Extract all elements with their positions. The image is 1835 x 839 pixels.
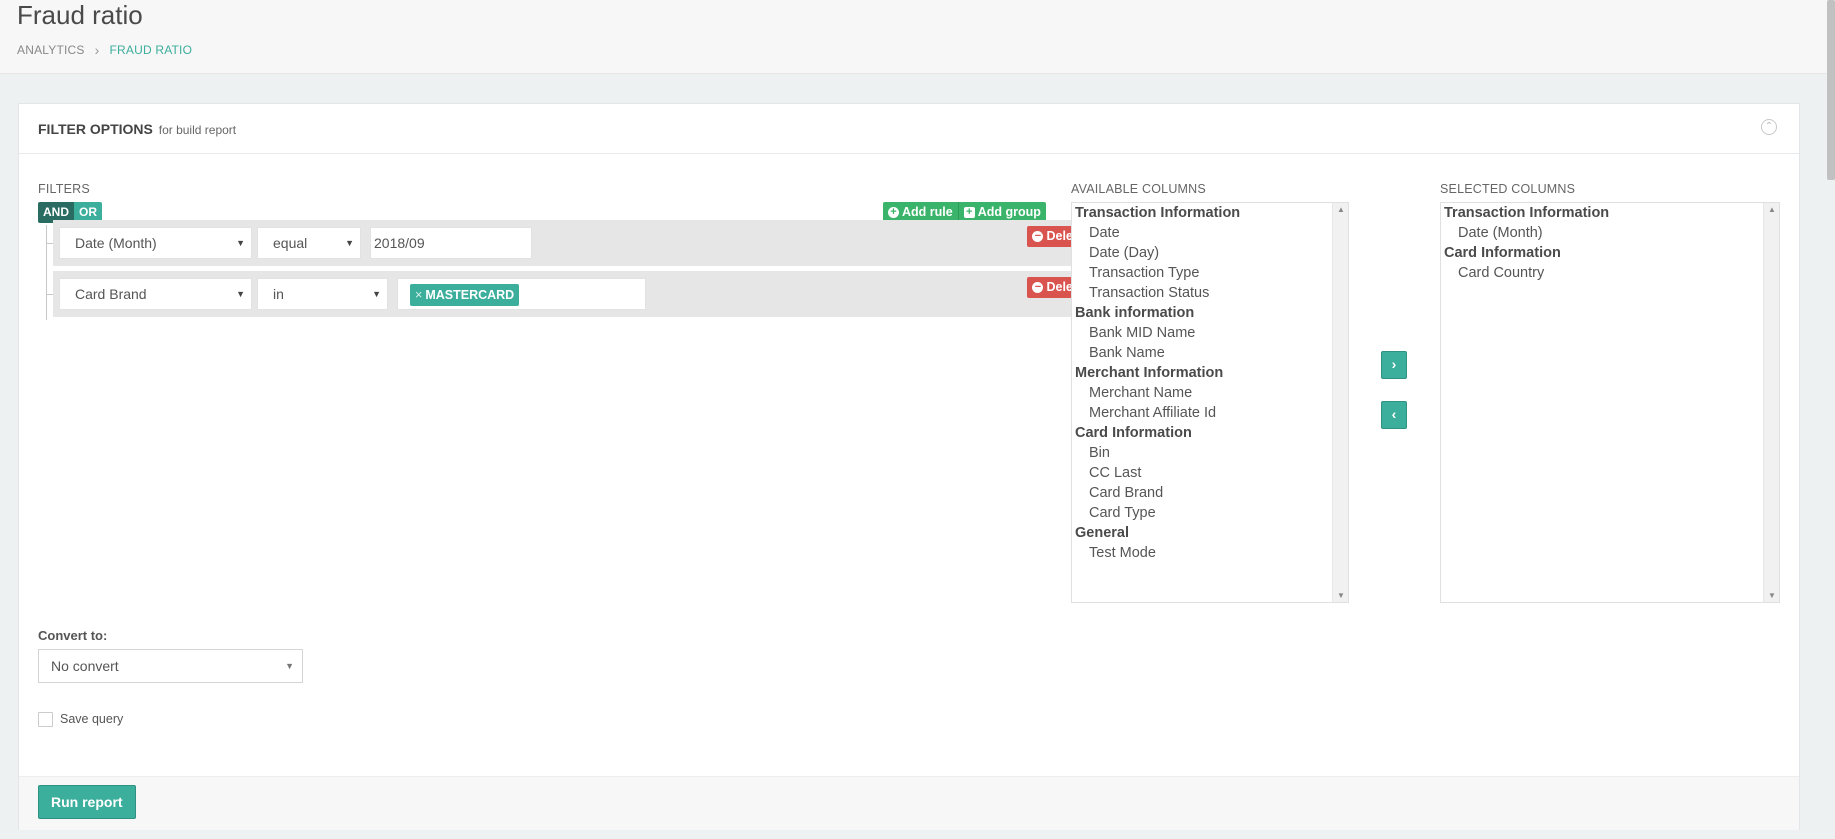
scroll-up-icon[interactable]: ▲ — [1333, 205, 1348, 214]
available-option[interactable]: Transaction Status — [1072, 283, 1348, 303]
minus-circle-icon: − — [1032, 282, 1044, 293]
filters-label: FILTERS — [38, 182, 90, 196]
available-option[interactable]: Card Brand — [1072, 483, 1348, 503]
remove-tag-icon[interactable]: × — [415, 288, 422, 302]
available-option[interactable]: Bank MID Name — [1072, 323, 1348, 343]
selected-option[interactable]: Date (Month) — [1441, 223, 1779, 243]
save-query-checkbox[interactable] — [38, 712, 53, 727]
panel-title-text: FILTER OPTIONS — [38, 121, 153, 137]
breadcrumb: ANALYTICS › FRAUD RATIO — [17, 42, 192, 58]
plus-circle-icon: + — [888, 207, 899, 218]
plus-square-icon: + — [963, 207, 975, 218]
collapse-icon[interactable]: ⌃ — [1761, 119, 1777, 135]
run-report-button[interactable]: Run report — [38, 785, 136, 819]
panel-footer: Run report — [19, 776, 1799, 830]
available-group-header: Merchant Information — [1075, 365, 1224, 381]
convert-to-label: Convert to: — [38, 628, 108, 643]
selected-columns-label: SELECTED COLUMNS — [1440, 182, 1576, 196]
rule-1-field-value: Date (Month) — [75, 235, 157, 251]
rule-2-field-select[interactable]: Card Brand ▼ — [59, 278, 252, 310]
mastercard-tag[interactable]: × MASTERCARD — [410, 284, 520, 306]
available-option[interactable]: Test Mode — [1072, 543, 1348, 563]
available-option[interactable]: Bin — [1072, 443, 1348, 463]
save-query-label[interactable]: Save query — [60, 712, 123, 726]
available-columns-label: AVAILABLE COLUMNS — [1071, 182, 1206, 196]
available-option[interactable]: Date (Day) — [1072, 243, 1348, 263]
move-left-button[interactable]: ‹ — [1381, 401, 1407, 429]
breadcrumb-analytics[interactable]: ANALYTICS — [17, 43, 85, 57]
panel-title: FILTER OPTIONS for build report — [38, 121, 236, 137]
caret-down-icon: ▼ — [285, 661, 294, 671]
available-columns-list[interactable]: Transaction Information Date Date (Day) Tra… — [1071, 202, 1349, 603]
available-option[interactable]: CC Last — [1072, 463, 1348, 483]
tag-label: MASTERCARD — [425, 288, 515, 302]
scroll-down-icon[interactable]: ▼ — [1764, 591, 1779, 600]
selected-group-header: Transaction Information — [1444, 205, 1610, 221]
rule-1-field-select[interactable]: Date (Month) ▼ — [59, 227, 252, 259]
available-group-header: Card Information — [1075, 425, 1192, 441]
selected-columns-list[interactable]: Transaction Information Date (Month) Card … — [1440, 202, 1780, 603]
selected-columns-scrollbar[interactable]: ▲ ▼ — [1763, 203, 1779, 602]
selected-group-header: Card Information — [1444, 245, 1561, 261]
filter-rule-1: Date (Month) ▼ equal ▼ 2018/09 − Delete — [53, 220, 1096, 266]
available-columns-scrollbar[interactable]: ▲ ▼ — [1332, 203, 1348, 602]
caret-down-icon: ▼ — [236, 289, 245, 299]
available-option[interactable]: Merchant Affiliate Id — [1072, 403, 1348, 423]
rule-2-operator-value: in — [273, 286, 284, 302]
scroll-down-icon[interactable]: ▼ — [1333, 591, 1348, 600]
available-option[interactable]: Date — [1072, 223, 1348, 243]
caret-down-icon: ▼ — [236, 238, 245, 248]
available-group-header: General — [1075, 525, 1129, 541]
selected-columns-options: Transaction Information Date (Month) Card … — [1441, 203, 1779, 283]
minus-circle-icon: − — [1032, 231, 1044, 242]
filter-options-panel: FILTER OPTIONS for build report ⌃ FILTER… — [18, 103, 1800, 830]
filter-rule-2: Card Brand ▼ in ▼ × MASTERCARD − Delete — [53, 271, 1096, 317]
available-option[interactable]: Bank Name — [1072, 343, 1348, 363]
page-title: Fraud ratio — [17, 0, 143, 30]
scroll-up-icon[interactable]: ▲ — [1764, 205, 1779, 214]
rule-1-operator-select[interactable]: equal ▼ — [257, 227, 361, 259]
available-option[interactable]: Merchant Name — [1072, 383, 1348, 403]
move-right-button[interactable]: › — [1381, 351, 1407, 379]
available-group-header: Bank information — [1075, 305, 1195, 321]
selected-option[interactable]: Card Country — [1441, 263, 1779, 283]
available-group-header: Transaction Information — [1075, 205, 1241, 221]
breadcrumb-fraud-ratio: FRAUD RATIO — [109, 43, 193, 57]
panel-subtitle: for build report — [158, 123, 237, 137]
available-option[interactable]: Card Type — [1072, 503, 1348, 523]
convert-to-select[interactable]: No convert ▼ — [38, 649, 303, 683]
rule-1-operator-value: equal — [273, 235, 308, 251]
rule-1-value-input[interactable]: 2018/09 — [370, 227, 532, 259]
panel-header: FILTER OPTIONS for build report ⌃ — [19, 104, 1799, 154]
page-scrollbar[interactable] — [1827, 0, 1835, 180]
rule-2-value-multiselect[interactable]: × MASTERCARD — [397, 278, 646, 310]
caret-down-icon: ▼ — [345, 238, 354, 248]
convert-to-value: No convert — [51, 658, 119, 674]
breadcrumb-separator-icon: › — [94, 42, 100, 58]
caret-down-icon: ▼ — [372, 289, 381, 299]
page-header: Fraud ratio ANALYTICS › FRAUD RATIO — [0, 0, 1835, 74]
available-columns-options: Transaction Information Date Date (Day) Tra… — [1072, 203, 1348, 563]
available-option[interactable]: Transaction Type — [1072, 263, 1348, 283]
rule-2-operator-select[interactable]: in ▼ — [257, 278, 388, 310]
rule-2-field-value: Card Brand — [75, 286, 147, 302]
